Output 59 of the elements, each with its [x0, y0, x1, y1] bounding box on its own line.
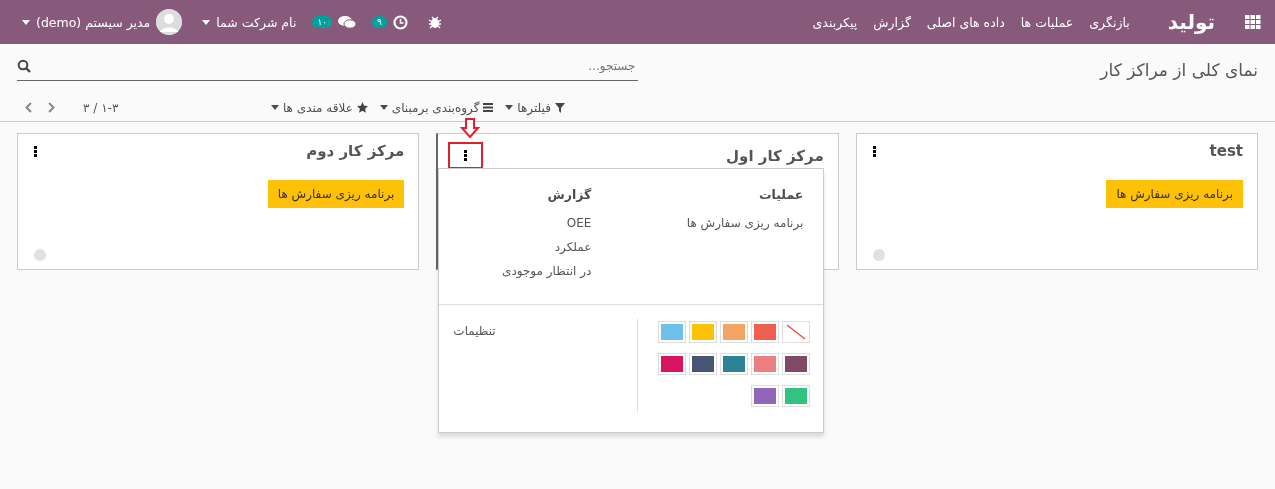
card-title: test — [1209, 142, 1243, 160]
pager-value[interactable]: ۱-۳ / ۳ — [83, 100, 119, 115]
menu-item[interactable]: داده های اصلی — [918, 14, 1013, 30]
color-swatch[interactable] — [721, 322, 748, 342]
search-option-button[interactable]: علاقه مندی ها — [268, 98, 370, 117]
bug-icon — [427, 15, 442, 29]
user-menu[interactable]: مدیر سیستم (demo) — [12, 9, 193, 35]
caret-icon — [505, 105, 514, 111]
kebab-icon — [34, 145, 37, 157]
menu-heading: عملیات — [758, 187, 804, 202]
chat-bubbles-icon — [338, 15, 357, 29]
caret-icon — [270, 105, 279, 111]
search-option-button[interactable]: گروه‌بندی برمبنای — [377, 98, 496, 117]
list-icon — [483, 103, 494, 113]
menu-item[interactable]: پیکربندی — [804, 14, 866, 30]
caret-icon — [22, 19, 30, 25]
chevron-left-icon — [25, 102, 32, 114]
menu-item[interactable]: عملیات ها — [1012, 14, 1082, 30]
menu-item[interactable]: بازنگری — [1081, 14, 1138, 30]
planning-button[interactable]: برنامه ریزی سفارش ها — [1106, 180, 1243, 208]
color-swatch[interactable] — [690, 322, 717, 342]
app-title: تولید — [1167, 10, 1215, 34]
menu-item[interactable]: گزارش — [865, 14, 919, 30]
status-dot — [872, 249, 885, 261]
page-title: نمای کلی از مراکز کار — [1098, 60, 1258, 81]
color-swatch[interactable] — [659, 354, 686, 374]
card-title: مرکز کار دوم — [306, 142, 405, 160]
search-icon[interactable] — [17, 59, 31, 73]
menu-link[interactable]: عملکرد — [554, 240, 592, 254]
no-color-swatch[interactable] — [783, 322, 810, 342]
color-swatch[interactable] — [752, 386, 779, 406]
kebab-icon — [464, 150, 468, 161]
color-swatch[interactable] — [659, 322, 686, 342]
apps-grid-icon[interactable] — [1245, 15, 1261, 29]
menu-link[interactable]: در انتظار موجودی — [502, 264, 592, 278]
card-title: مرکز کار اول — [726, 146, 824, 165]
caret-icon — [379, 105, 388, 111]
settings-link[interactable]: تنظیمات — [453, 324, 496, 338]
search-field[interactable]: جستجو... — [31, 58, 638, 74]
color-swatch[interactable] — [690, 354, 717, 374]
menu-link[interactable]: برنامه ریزی سفارش ها — [686, 216, 804, 230]
color-swatch[interactable] — [752, 322, 779, 342]
color-swatch[interactable] — [783, 386, 810, 406]
caret-icon — [202, 19, 211, 25]
menu-heading: گزارش — [547, 187, 592, 202]
status-dot — [34, 249, 46, 261]
chevron-right-icon — [48, 102, 55, 114]
menu-link[interactable]: OEE — [566, 216, 592, 230]
color-swatch[interactable] — [783, 354, 810, 374]
kebab-icon — [872, 145, 876, 157]
planning-button[interactable]: برنامه ریزی سفارش ها — [267, 180, 405, 208]
funnel-icon — [554, 102, 565, 113]
clock-icon — [392, 14, 408, 30]
color-swatch[interactable] — [721, 354, 748, 374]
search-option-button[interactable]: فیلترها — [503, 98, 567, 117]
star-icon — [356, 102, 368, 114]
avatar-icon — [156, 9, 183, 35]
color-swatch[interactable] — [752, 354, 779, 374]
company-switcher[interactable]: نام شرکت شما — [192, 14, 307, 30]
